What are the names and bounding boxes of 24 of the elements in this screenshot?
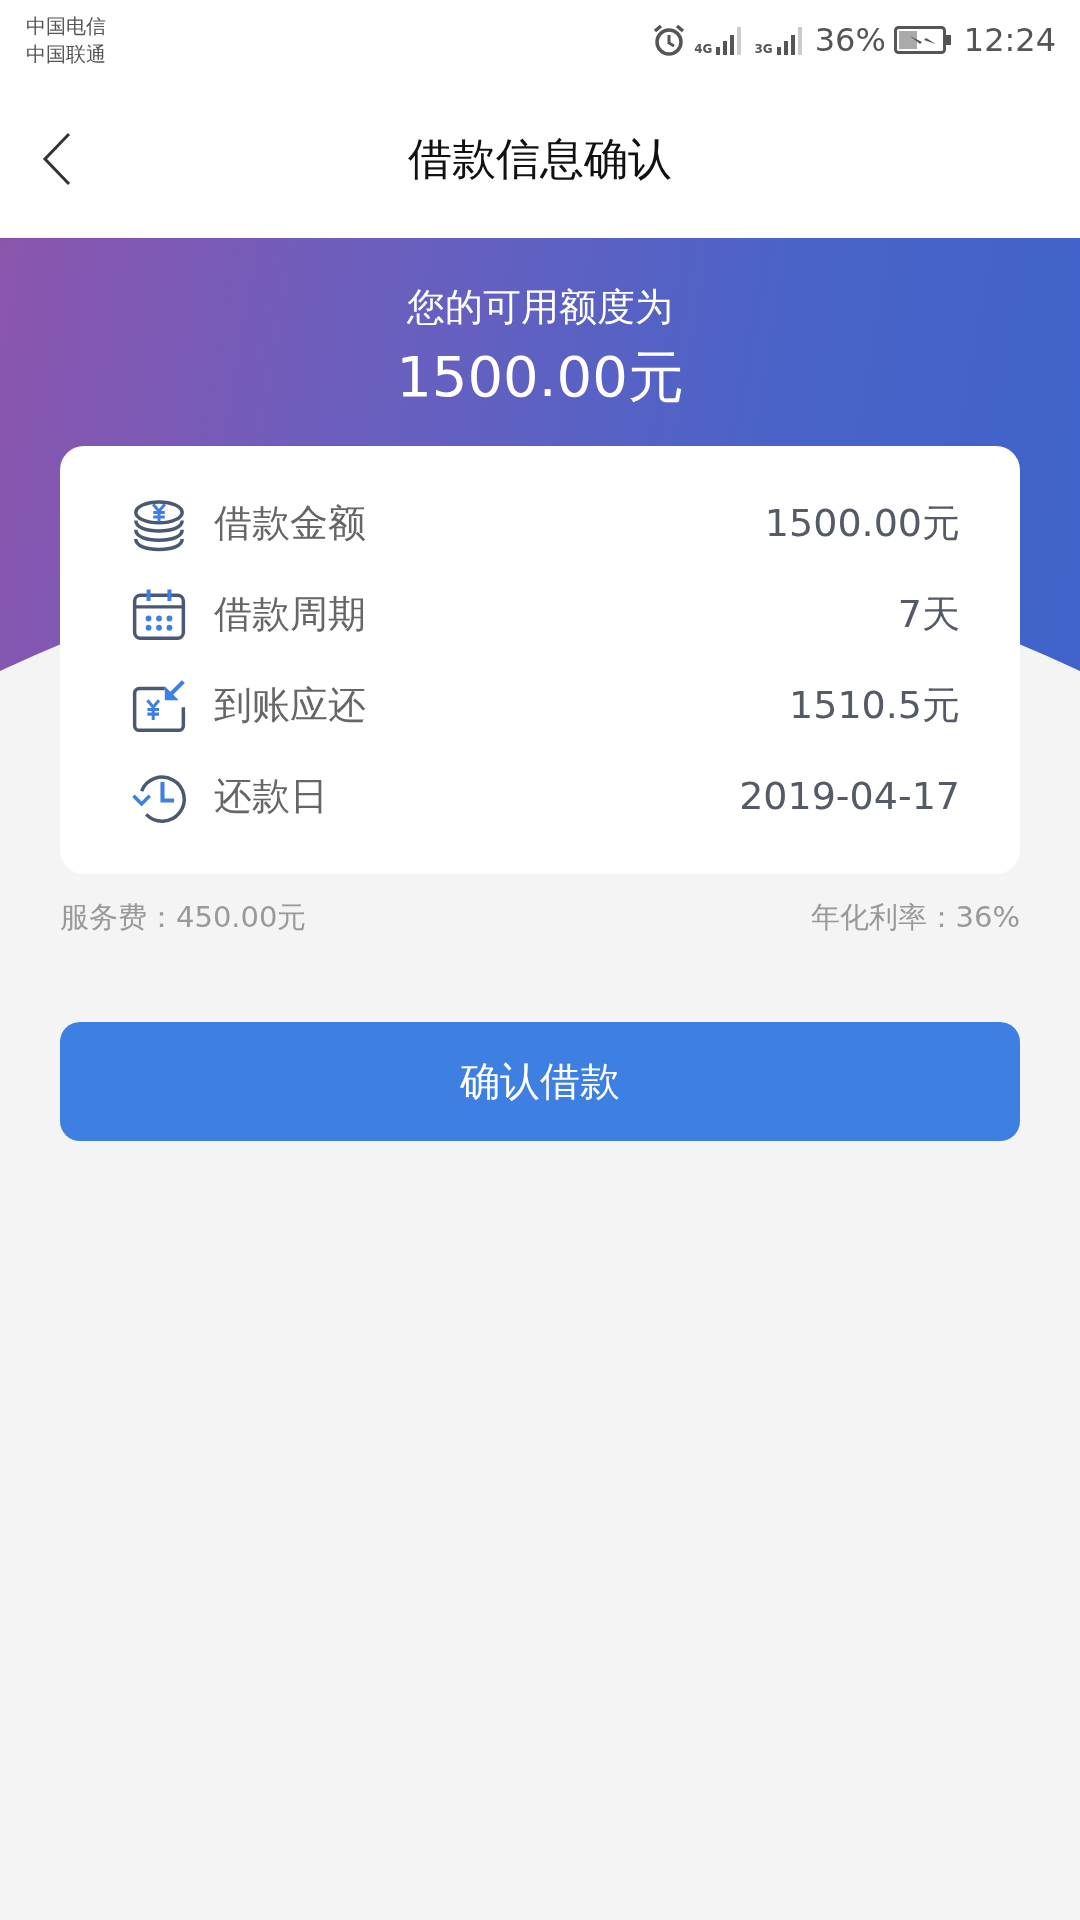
service-fee: 服务费：450.00元 (60, 899, 307, 936)
detail-label: 还款日 (214, 773, 328, 820)
detail-label: 借款周期 (214, 591, 366, 638)
credit-amount: 1500.00元 (396, 343, 684, 411)
clock-time: 12:24 (963, 20, 1056, 61)
confirm-loan-button[interactable]: 确认借款 (60, 1021, 1020, 1141)
detail-value: 1500.00元 (764, 500, 960, 547)
battery-percent: 36% (814, 20, 886, 61)
carrier-name: 中国联通 (26, 41, 106, 68)
alarm-icon (652, 24, 687, 56)
detail-value: 7天 (897, 591, 960, 638)
detail-label: 到账应还 (214, 682, 366, 729)
battery-icon (893, 26, 952, 54)
network-type: 3G (754, 43, 773, 55)
page-title: 借款信息确认 (408, 132, 672, 186)
annual-rate: 年化利率：36% (810, 899, 1020, 936)
network-type: 4G (694, 43, 713, 55)
credit-label: 您的可用额度为 (407, 284, 673, 330)
back-icon (42, 132, 72, 186)
back-button[interactable] (42, 132, 72, 186)
detail-value: 1510.5元 (789, 682, 960, 729)
carrier-name: 中国电信 (26, 13, 106, 40)
detail-label: 借款金额 (214, 500, 366, 547)
detail-value: 2019-04-17 (739, 773, 960, 820)
